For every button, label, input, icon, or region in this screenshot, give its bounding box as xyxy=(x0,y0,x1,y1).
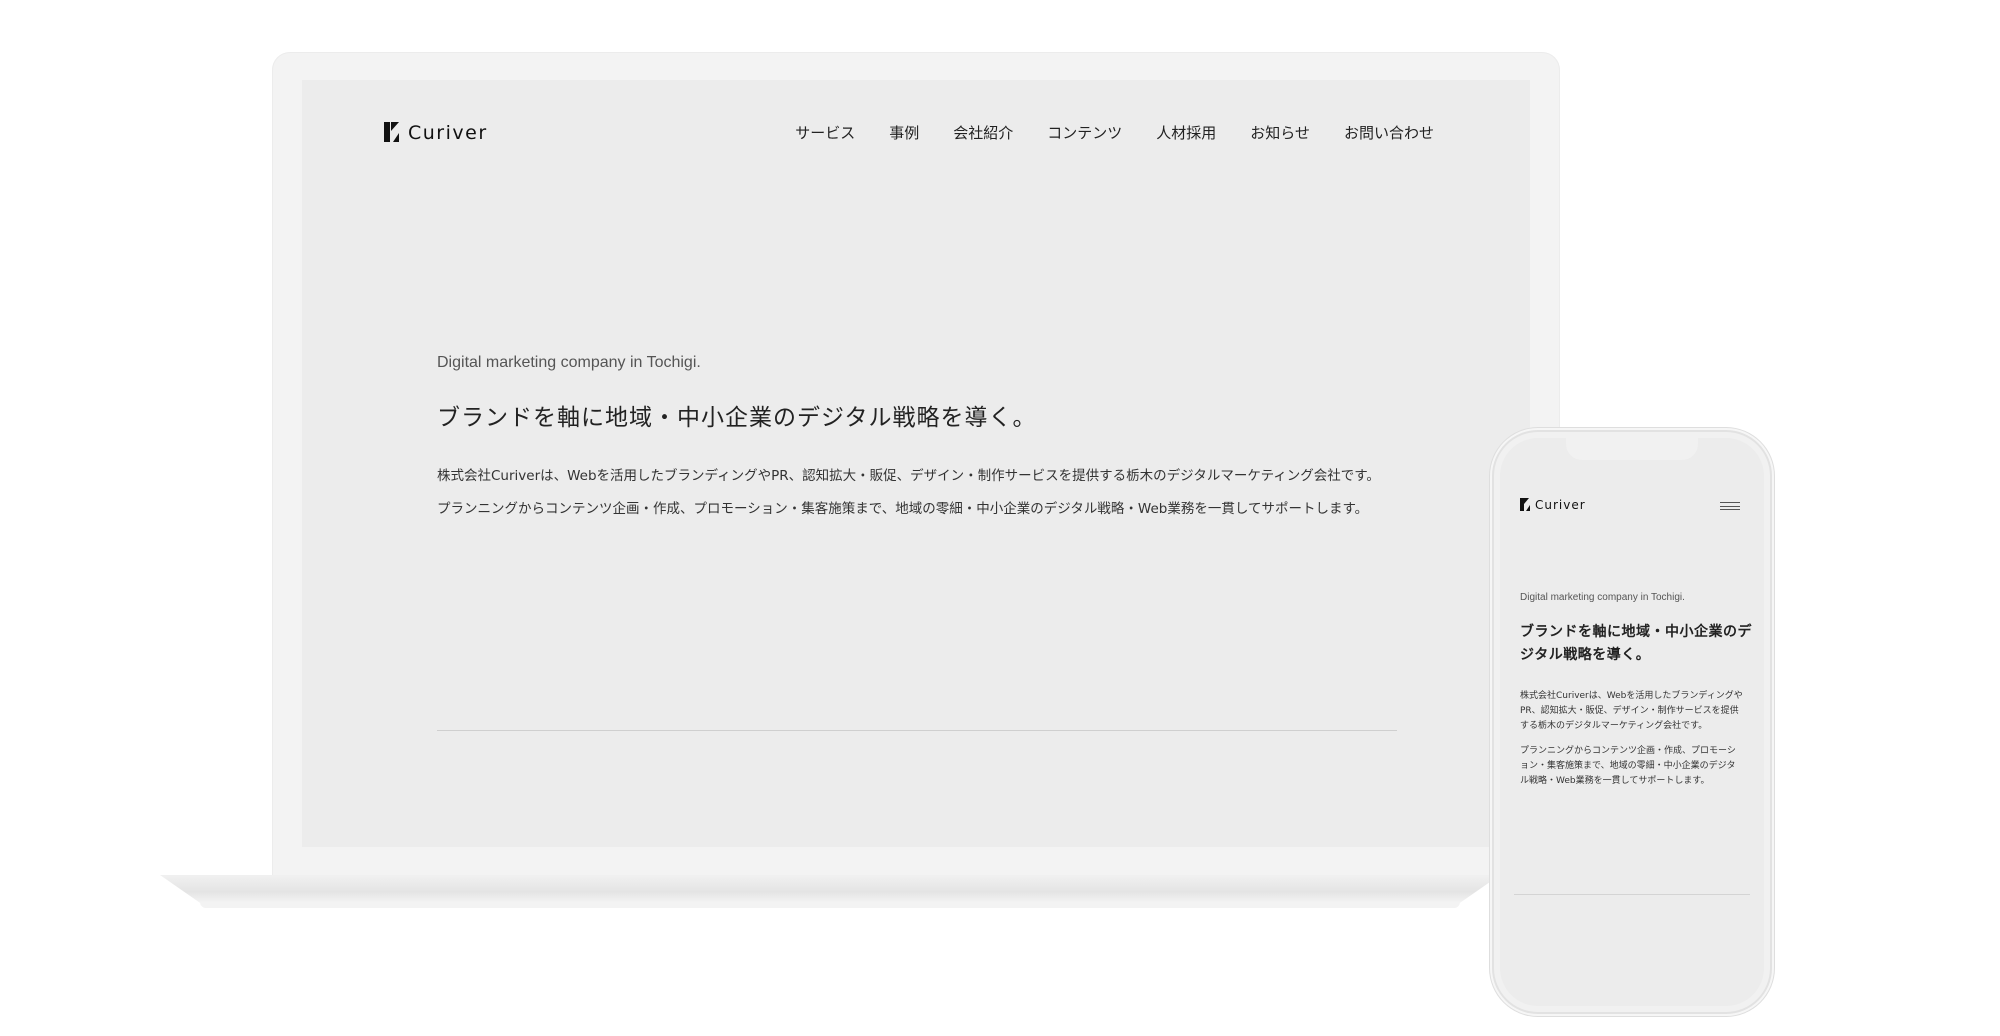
mobile-body-line: PR、認知拡大・販促、デザイン・制作サービスを提供 xyxy=(1520,706,1739,716)
laptop-base xyxy=(160,875,1500,903)
mobile-section-divider xyxy=(1514,894,1750,895)
laptop-frame: Curiver サービス 事例 会社紹介 コンテンツ 人材採用 お知らせ お問い… xyxy=(272,52,1560,882)
site-header: Curiver サービス 事例 会社紹介 コンテンツ 人材採用 お知らせ お問い… xyxy=(384,122,1434,162)
mobile-hero-headline: ブランドを軸に地域・中小企業のデ ジタル戦略を導く。 xyxy=(1520,621,1756,667)
mobile-paragraph: 株式会社Curiverは、Webを活用したブランディングや PR、認知拡大・販促… xyxy=(1520,689,1756,734)
logo-mark-icon xyxy=(1520,498,1532,511)
mobile-header: Curiver xyxy=(1520,498,1744,518)
logo-text: Curiver xyxy=(1535,498,1586,512)
logo-mark-icon xyxy=(384,122,404,142)
laptop-screen: Curiver サービス 事例 会社紹介 コンテンツ 人材採用 お知らせ お問い… xyxy=(302,80,1530,847)
site-logo[interactable]: Curiver xyxy=(384,122,488,144)
nav-item-news[interactable]: お知らせ xyxy=(1250,122,1310,143)
mobile-body-line: ョン・集客施策まで、地域の零細・中小企業のデジタ xyxy=(1520,761,1736,771)
mobile-body-line: ル戦略・Web業務を一貫してサポートします。 xyxy=(1520,776,1710,786)
nav-item-recruit[interactable]: 人材採用 xyxy=(1156,122,1216,143)
mobile-body-line: する栃木のデジタルマーケティング会社です。 xyxy=(1520,721,1708,731)
mobile-paragraph: プランニングからコンテンツ企画・作成、プロモーシ ョン・集客施策まで、地域の零細… xyxy=(1520,744,1756,789)
mobile-hero-tagline: Digital marketing company in Tochigi. xyxy=(1520,592,1685,603)
logo-text: Curiver xyxy=(408,122,488,144)
hero-body: 株式会社Curiverは、Webを活用したブランディングやPR、認知拡大・販促、… xyxy=(437,460,1417,526)
device-mockup-stage: Curiver サービス 事例 会社紹介 コンテンツ 人材採用 お知らせ お問い… xyxy=(0,0,2000,1036)
nav-item-cases[interactable]: 事例 xyxy=(889,122,919,143)
mobile-site-logo[interactable]: Curiver xyxy=(1520,498,1586,511)
laptop-base-shadow xyxy=(200,902,1460,908)
main-nav: サービス 事例 会社紹介 コンテンツ 人材採用 お知らせ お問い合わせ xyxy=(795,122,1434,143)
section-divider xyxy=(437,730,1397,731)
phone-notch xyxy=(1566,438,1698,460)
mobile-headline-line: ジタル戦略を導く。 xyxy=(1520,647,1651,663)
hero-headline: ブランドを軸に地域・中小企業のデジタル戦略を導く。 xyxy=(437,405,1037,431)
phone-side-button xyxy=(1772,568,1775,638)
nav-item-service[interactable]: サービス xyxy=(795,122,855,143)
hero-section: Digital marketing company in Tochigi. ブラ… xyxy=(437,354,1417,526)
nav-item-company[interactable]: 会社紹介 xyxy=(953,122,1013,143)
mobile-hero-body: 株式会社Curiverは、Webを活用したブランディングや PR、認知拡大・販促… xyxy=(1520,689,1756,789)
nav-item-contents[interactable]: コンテンツ xyxy=(1047,122,1122,143)
hero-body-line: プランニングからコンテンツ企画・作成、プロモーション・集客施策まで、地域の零細・… xyxy=(437,501,1369,517)
hero-body-line: 株式会社Curiverは、Webを活用したブランディングやPR、認知拡大・販促、… xyxy=(437,468,1380,484)
hero-tagline: Digital marketing company in Tochigi. xyxy=(437,354,701,371)
mobile-hero-section: Digital marketing company in Tochigi. ブラ… xyxy=(1520,592,1756,799)
nav-item-contact[interactable]: お問い合わせ xyxy=(1344,122,1434,143)
mobile-body-line: プランニングからコンテンツ企画・作成、プロモーシ xyxy=(1520,746,1736,756)
hamburger-menu-icon[interactable] xyxy=(1720,502,1740,510)
mobile-body-line: 株式会社Curiverは、Webを活用したブランディングや xyxy=(1520,691,1743,701)
mobile-headline-line: ブランドを軸に地域・中小企業のデ xyxy=(1520,624,1752,640)
phone-screen: Curiver Digital marketing company in Toc… xyxy=(1500,438,1764,1006)
phone-frame: Curiver Digital marketing company in Toc… xyxy=(1494,432,1770,1012)
